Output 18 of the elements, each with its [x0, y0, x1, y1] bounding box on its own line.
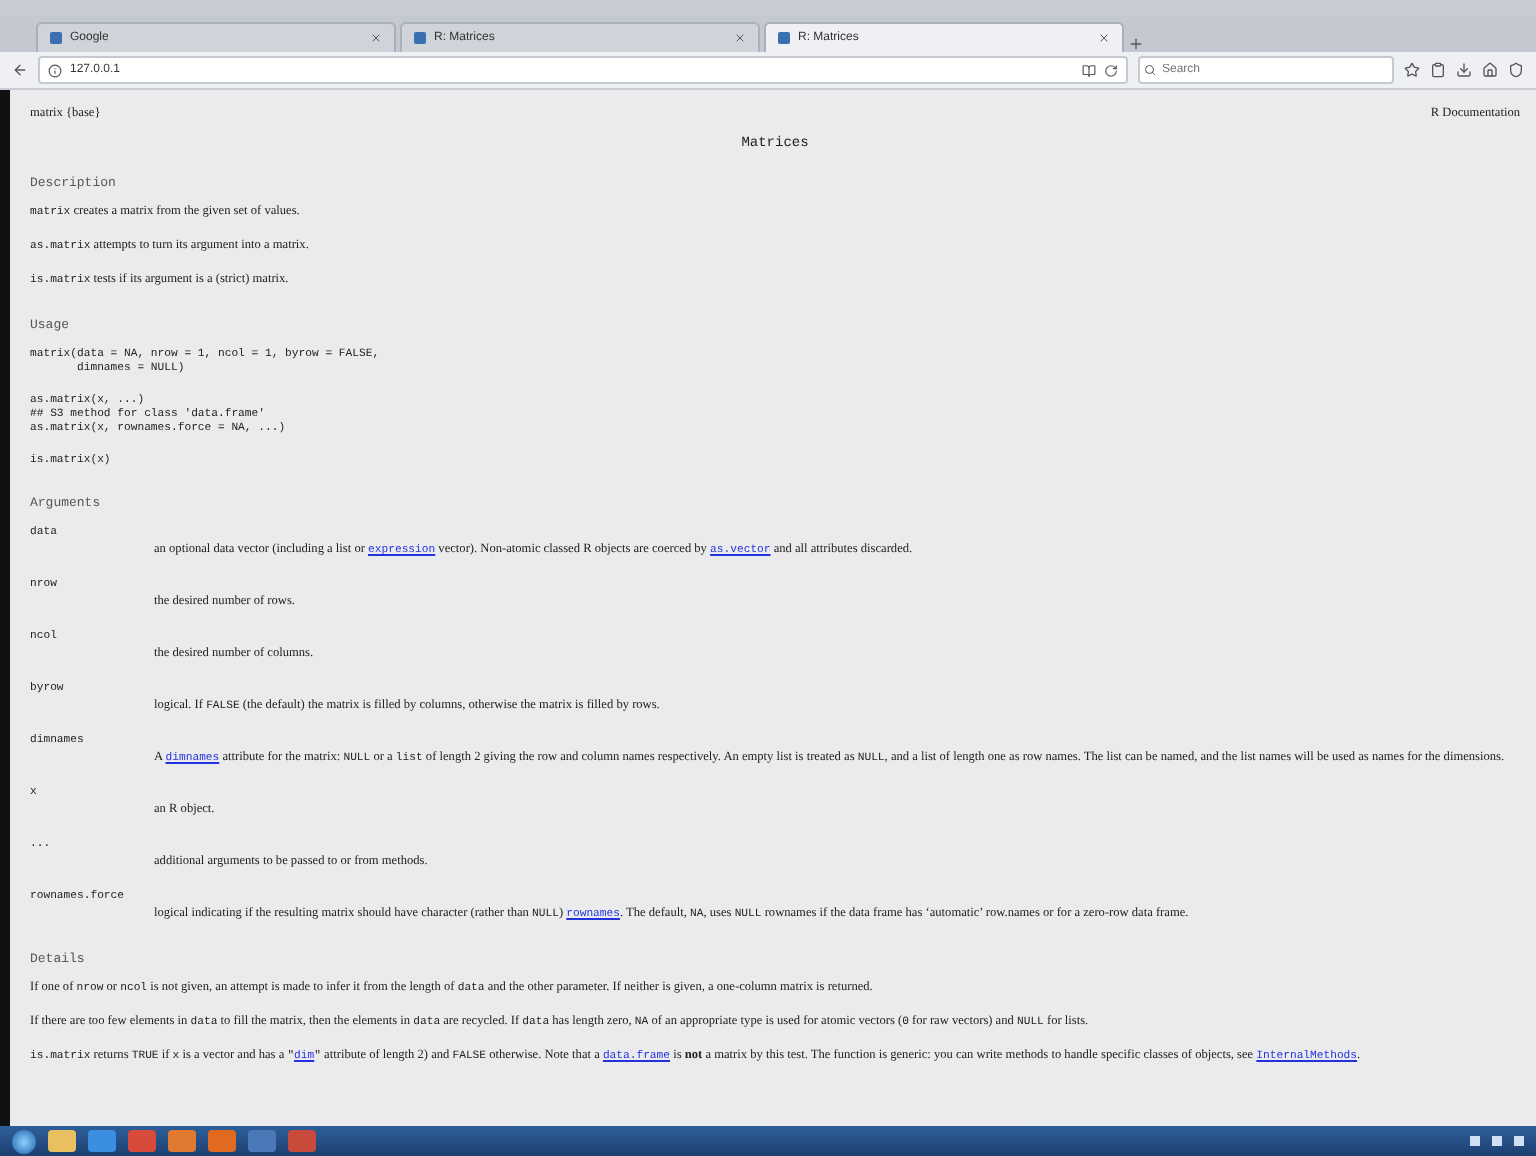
start-orb-icon[interactable] — [12, 1129, 36, 1153]
close-icon[interactable] — [734, 32, 746, 44]
close-icon[interactable] — [1098, 32, 1110, 44]
shield-icon[interactable] — [1508, 62, 1524, 78]
search-icon — [1144, 64, 1156, 76]
back-icon[interactable] — [12, 62, 28, 78]
book-icon[interactable] — [1082, 63, 1096, 77]
info-icon[interactable] — [48, 63, 62, 77]
home-icon[interactable] — [1482, 62, 1498, 78]
reload-icon[interactable] — [1104, 63, 1118, 77]
close-icon[interactable] — [370, 32, 382, 44]
page-icon — [50, 32, 62, 44]
star-icon[interactable] — [1404, 62, 1420, 78]
clipboard-icon[interactable] — [1430, 62, 1446, 78]
page-icon — [778, 32, 790, 44]
download-icon[interactable] — [1456, 62, 1472, 78]
page-icon — [414, 32, 426, 44]
plus-icon[interactable] — [1128, 36, 1144, 52]
